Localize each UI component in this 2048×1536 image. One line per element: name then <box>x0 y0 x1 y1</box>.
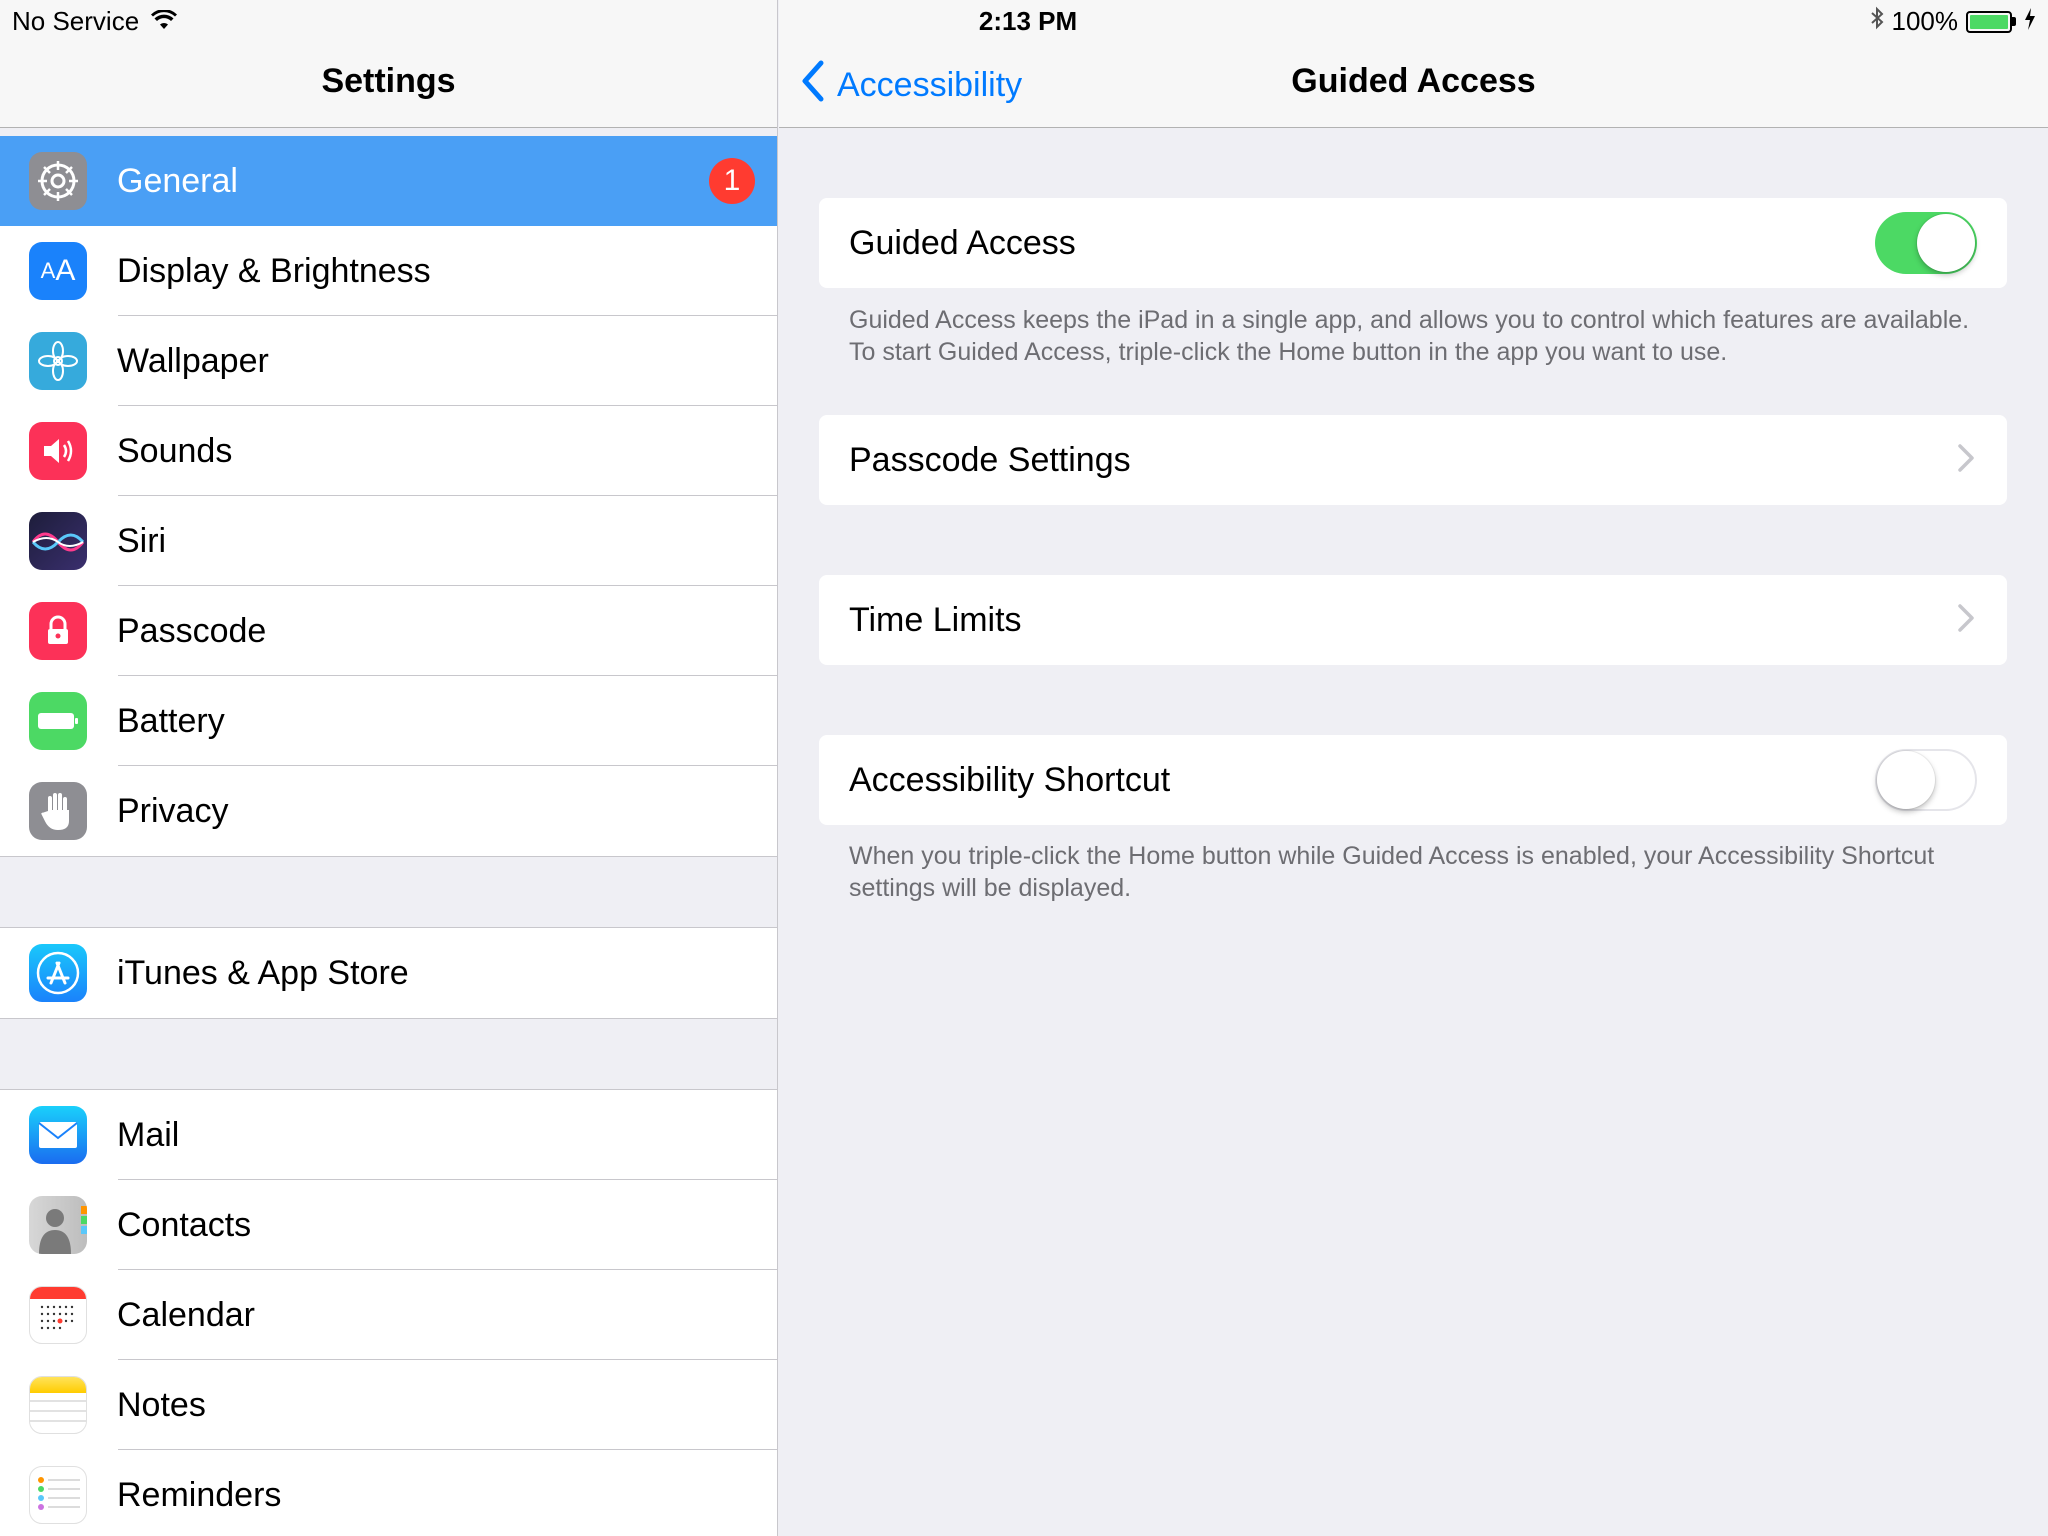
sidebar-item-label: iTunes & App Store <box>117 953 409 992</box>
time-limits-label: Time Limits <box>849 600 1022 639</box>
battery-indicator-icon <box>1966 10 2016 33</box>
accessibility-shortcut-footer: When you triple-click the Home button wh… <box>849 842 1935 902</box>
notes-icon <box>29 1376 87 1434</box>
clock: 2:13 PM <box>978 6 1078 36</box>
siri-icon <box>29 512 87 570</box>
notification-badge: 1 <box>709 158 755 204</box>
sidebar-item-label: Battery <box>117 701 225 740</box>
sidebar-item-siri[interactable]: Siri <box>0 496 777 586</box>
detail-pane: Guided Access Accessibility Guided Acces… <box>779 0 2048 1536</box>
sidebar-item-display-brightness[interactable]: AA Display & Brightness <box>0 226 777 316</box>
time-limits-cell[interactable]: Time Limits <box>819 575 2007 665</box>
sidebar-item-battery[interactable]: Battery <box>0 676 777 766</box>
gear-icon <box>29 152 87 210</box>
bluetooth-icon <box>1870 6 1884 37</box>
hand-icon <box>29 782 87 840</box>
sidebar-item-reminders[interactable]: Reminders <box>0 1450 777 1536</box>
sidebar-item-label: Wallpaper <box>117 341 269 380</box>
settings-sidebar: Settings General 1 AA Display & Brightne… <box>0 0 778 1536</box>
back-button-label: Accessibility <box>837 66 1023 104</box>
battery-icon <box>29 692 87 750</box>
chevron-right-icon <box>1955 601 1977 640</box>
passcode-settings-cell[interactable]: Passcode Settings <box>819 415 2007 505</box>
chevron-left-icon <box>801 60 825 111</box>
sidebar-item-contacts[interactable]: Contacts <box>0 1180 777 1270</box>
guided-access-toggle[interactable] <box>1875 212 1977 274</box>
sidebar-item-general[interactable]: General 1 <box>0 136 777 226</box>
sidebar-item-wallpaper[interactable]: Wallpaper <box>0 316 777 406</box>
sidebar-item-label: Calendar <box>117 1295 255 1334</box>
reminders-icon <box>29 1466 87 1524</box>
sidebar-item-label: Reminders <box>117 1475 282 1514</box>
flower-icon <box>29 332 87 390</box>
status-bar: No Service 2:13 PM 100% <box>0 0 2048 40</box>
battery-percent: 100% <box>1891 6 1959 36</box>
sidebar-item-label: Sounds <box>117 431 233 470</box>
sidebar-group-device: General 1 AA Display & Brightness Wallpa… <box>0 136 777 857</box>
sidebar-item-label: Mail <box>117 1115 180 1154</box>
guided-access-label: Guided Access <box>849 223 1076 262</box>
sidebar-item-label: Privacy <box>117 791 229 830</box>
lock-icon <box>29 602 87 660</box>
chevron-right-icon <box>1955 441 1977 480</box>
speaker-icon <box>29 422 87 480</box>
envelope-icon <box>29 1106 87 1164</box>
sidebar-item-calendar[interactable]: Calendar <box>0 1270 777 1360</box>
back-button[interactable]: Accessibility <box>801 60 1022 111</box>
accessibility-shortcut-toggle[interactable] <box>1875 749 1977 811</box>
accessibility-shortcut-label: Accessibility Shortcut <box>849 760 1171 799</box>
passcode-settings-label: Passcode Settings <box>849 440 1131 479</box>
guided-access-footer: Guided Access keeps the iPad in a single… <box>849 306 1970 366</box>
accessibility-shortcut-cell: Accessibility Shortcut <box>819 735 2007 825</box>
sidebar-group-apps: Mail Contacts Calendar Notes Reminders <box>0 1089 777 1536</box>
sidebar-item-label: Siri <box>117 521 167 560</box>
sidebar-item-sounds[interactable]: Sounds <box>0 406 777 496</box>
sidebar-item-mail[interactable]: Mail <box>0 1090 777 1180</box>
app-store-icon <box>29 944 87 1002</box>
sidebar-item-notes[interactable]: Notes <box>0 1360 777 1450</box>
sidebar-item-label: Passcode <box>117 611 267 650</box>
sidebar-item-label: General <box>117 161 238 200</box>
sidebar-item-label: Notes <box>117 1385 206 1424</box>
sidebar-item-privacy[interactable]: Privacy <box>0 766 777 856</box>
guided-access-cell: Guided Access <box>819 198 2007 288</box>
sidebar-item-label: Display & Brightness <box>117 251 431 290</box>
sidebar-title: Settings <box>321 62 456 100</box>
sidebar-item-itunes-app-store[interactable]: iTunes & App Store <box>0 928 777 1018</box>
sidebar-group-store: iTunes & App Store <box>0 927 777 1019</box>
text-size-icon: AA <box>29 242 87 300</box>
contacts-icon <box>29 1196 87 1254</box>
sidebar-item-passcode[interactable]: Passcode <box>0 586 777 676</box>
charging-icon <box>2024 6 2036 37</box>
calendar-icon <box>29 1286 87 1344</box>
sidebar-item-label: Contacts <box>117 1205 252 1244</box>
